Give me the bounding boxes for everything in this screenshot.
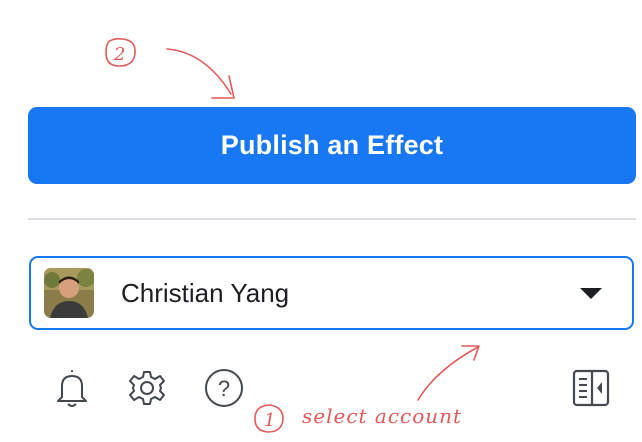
annotation-step-one: 1 [252,402,292,442]
annotation-arrows [166,48,480,401]
annotation-step-two: 2 [102,35,140,71]
gear-icon[interactable] [125,366,169,410]
help-icon[interactable]: ? [202,366,246,410]
publish-effect-button[interactable]: Publish an Effect [28,107,636,184]
svg-text:?: ? [218,376,230,401]
bell-icon[interactable] [50,366,94,410]
annotation-select-account: select account [302,404,463,428]
caret-down-icon[interactable] [580,288,602,299]
panel-toggle-icon[interactable] [569,366,613,410]
annotation-step-two-text: 2 [113,44,125,65]
publish-effect-label: Publish an Effect [220,130,444,160]
account-selector[interactable]: Christian Yang [29,256,634,330]
account-name: Christian Yang [121,278,290,308]
annotation-step-one-text: 1 [264,410,275,431]
divider [28,218,636,220]
avatar [44,268,94,318]
